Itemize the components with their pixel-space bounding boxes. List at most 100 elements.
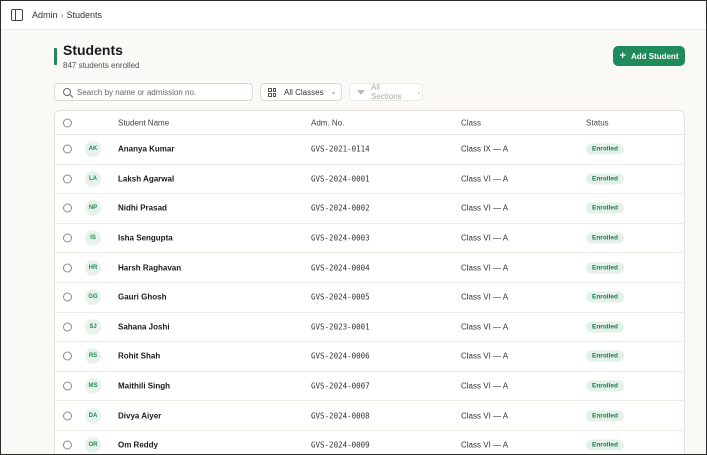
search-input[interactable] [77,87,247,97]
column-header-class[interactable]: Class [461,118,481,127]
student-name[interactable]: Nidhi Prasad [118,204,167,213]
student-name[interactable]: Gauri Ghosh [118,293,166,302]
row-checkbox[interactable] [63,351,72,361]
table-row[interactable]: MS Maithili Singh GVS-2024-0007 Class VI — … [55,372,684,402]
admission-number: GVS-2024-0009 [311,440,370,450]
row-checkbox[interactable] [63,233,72,243]
avatar: GG [85,289,101,306]
status-cell: Enrolled [586,202,625,214]
admission-number: GVS-2023-0001 [311,322,370,332]
student-name[interactable]: Maithili Singh [118,382,170,391]
table-row[interactable]: IS Isha Sengupta GVS-2024-0003 Class VI — A… [55,224,684,254]
chevron-down-icon: ⌄ [330,89,337,96]
sidebar-toggle-icon[interactable] [11,9,23,21]
filter-icon [357,89,365,95]
student-name[interactable]: Rohit Shah [118,352,160,361]
top-bar: Admin › Students [1,1,706,30]
app-frame: Admin › Students Students 847 students enr… [0,0,707,455]
chevron-down-icon: ⌄ [416,89,422,96]
table-row[interactable]: LA Laksh Agarwal GVS-2024-0001 Class VI — A… [55,165,684,195]
row-checkbox[interactable] [63,292,72,302]
search-box[interactable] [54,83,253,101]
student-name[interactable]: Om Reddy [118,441,158,450]
student-class: Class VI — A [461,203,509,213]
class-filter-value: All Classes [284,87,324,97]
status-cell: Enrolled [586,143,625,155]
status-badge: Enrolled [586,410,625,422]
status-badge: Enrolled [586,350,625,362]
student-class: Class VI — A [461,351,509,361]
title-accent-bar [54,48,57,65]
breadcrumb-separator: › [60,10,64,20]
row-checkbox[interactable] [63,174,72,184]
avatar: DA [85,407,101,424]
status-badge: Enrolled [586,380,625,392]
admission-number: GVS-2024-0002 [311,203,370,213]
students-table: Student Name Adm. No. Class Status AK Ana… [54,110,685,454]
row-checkbox[interactable] [63,381,72,391]
student-name[interactable]: Harsh Raghavan [118,263,181,272]
student-class: Class VI — A [461,174,509,184]
avatar: SJ [85,318,101,335]
page-title: Students [63,42,123,58]
avatar: AK [85,141,101,158]
avatar: NP [85,200,101,217]
breadcrumb-parent[interactable]: Admin [32,10,58,20]
section-filter-value: All Sections [371,83,402,101]
grid-icon [268,88,276,97]
column-header-adm[interactable]: Adm. No. [311,118,344,127]
table-row[interactable]: DA Divya Aiyer GVS-2024-0008 Class VI — A En… [55,401,684,431]
column-header-status[interactable]: Status [586,118,609,127]
row-checkbox[interactable] [63,440,72,450]
enrolled-count: 847 students enrolled [63,61,140,70]
table-row[interactable]: GG Gauri Ghosh GVS-2024-0005 Class VI — A En… [55,283,684,313]
row-checkbox[interactable] [63,411,72,421]
student-class: Class VI — A [461,411,509,421]
student-name[interactable]: Divya Aiyer [118,411,161,420]
table-row[interactable]: HR Harsh Raghavan GVS-2024-0004 Class VI — … [55,253,684,283]
table-row[interactable]: AK Ananya Kumar GVS-2021-0114 Class IX — A E… [55,135,684,165]
status-badge: Enrolled [586,439,625,451]
admission-number: GVS-2024-0001 [311,174,370,184]
add-student-button[interactable]: + Add Student [613,46,685,66]
add-student-label: Add Student [630,51,679,61]
status-cell: Enrolled [586,173,625,185]
admission-number: GVS-2024-0008 [311,411,370,421]
status-cell: Enrolled [586,262,625,274]
student-name[interactable]: Ananya Kumar [118,145,174,154]
student-class: Class VI — A [461,292,509,302]
select-all-checkbox[interactable] [63,118,72,127]
table-row[interactable]: NP Nidhi Prasad GVS-2024-0002 Class VI — A E… [55,194,684,224]
section-filter-select[interactable]: All Sections ⌄ [349,83,423,101]
admission-number: GVS-2024-0007 [311,381,370,391]
search-icon [63,88,71,96]
student-name[interactable]: Isha Sengupta [118,234,173,243]
status-cell: Enrolled [586,380,625,392]
status-cell: Enrolled [586,321,625,333]
student-class: Class VI — A [461,440,509,450]
table-row[interactable]: RS Rohit Shah GVS-2024-0006 Class VI — A Enr… [55,342,684,372]
table-body: AK Ananya Kumar GVS-2021-0114 Class IX — A E… [55,135,684,454]
breadcrumb: Admin › Students [32,10,102,20]
table-row[interactable]: SJ Sahana Joshi GVS-2023-0001 Class VI — A E… [55,313,684,343]
status-badge: Enrolled [586,202,625,214]
row-checkbox[interactable] [63,322,72,332]
row-checkbox[interactable] [63,263,72,273]
avatar: OR [85,437,101,454]
status-badge: Enrolled [586,173,625,185]
admission-number: GVS-2024-0003 [311,233,370,243]
admission-number: GVS-2021-0114 [311,144,370,154]
row-checkbox[interactable] [63,203,72,213]
table-row[interactable]: OR Om Reddy GVS-2024-0009 Class VI — A Enrol… [55,431,684,454]
student-name[interactable]: Laksh Agarwal [118,174,174,183]
status-badge: Enrolled [586,321,625,333]
avatar: IS [85,230,101,247]
row-checkbox[interactable] [63,144,72,154]
column-header-name[interactable]: Student Name [118,118,169,127]
admission-number: GVS-2024-0005 [311,292,370,302]
status-badge: Enrolled [586,291,625,303]
breadcrumb-current: Students [66,10,103,20]
student-name[interactable]: Sahana Joshi [118,322,170,331]
class-filter-select[interactable]: All Classes ⌄ [260,83,342,101]
status-cell: Enrolled [586,291,625,303]
